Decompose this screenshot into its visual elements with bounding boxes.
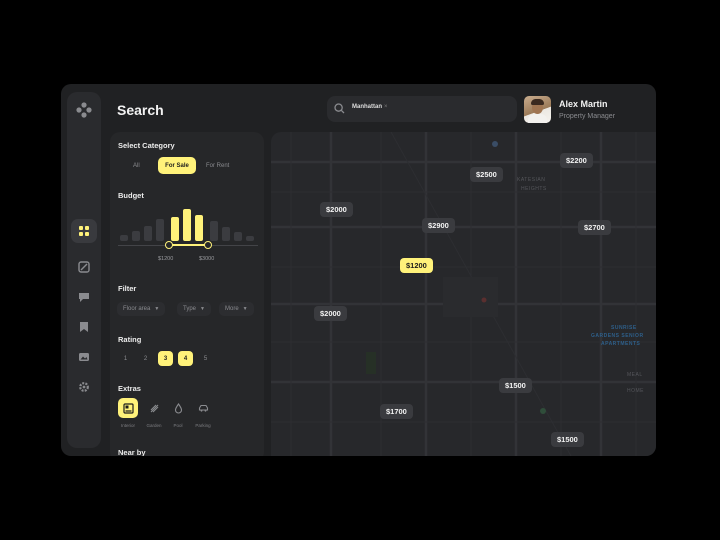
sidebar	[67, 92, 101, 448]
user-name: Alex Martin	[559, 99, 608, 109]
logo-icon[interactable]	[76, 102, 92, 118]
category-toggle: All For Sale For Rent	[117, 157, 237, 174]
budget-slider-range	[168, 244, 208, 246]
sidebar-item-dashboard[interactable]	[71, 219, 97, 243]
price-pin[interactable]: $2000	[314, 306, 347, 321]
bookmark-icon	[80, 322, 88, 332]
image-icon	[79, 353, 89, 361]
map-district-label: APARTMENTS	[601, 341, 641, 347]
chat-icon	[79, 293, 89, 302]
extra-garden-label: Garden	[146, 423, 162, 428]
histogram-bar	[144, 226, 152, 241]
extra-interior-label: Interior	[120, 423, 135, 428]
rating-option-2[interactable]: 2	[138, 351, 153, 366]
sidebar-item-messages[interactable]	[71, 285, 97, 309]
rating-heading: Rating	[118, 335, 142, 344]
histogram-bar	[246, 236, 254, 241]
price-pin[interactable]: $1500	[551, 432, 584, 447]
interior-icon	[122, 402, 134, 414]
extra-pool-button[interactable]	[168, 398, 188, 418]
chevron-down-icon: ▼	[242, 306, 248, 312]
map-view[interactable]: KATESIAN HEIGHTS SUNRISE GARDENS SENIOR …	[271, 132, 656, 456]
filter-panel: Select Category All For Sale For Rent Bu…	[110, 132, 264, 456]
clear-search-icon[interactable]: ×	[384, 104, 388, 110]
map-district-label: HEIGHTS	[521, 186, 547, 192]
search-input[interactable]: Manhattan ×	[327, 96, 517, 122]
floor-area-dropdown[interactable]: Floor area ▼	[117, 302, 166, 316]
map-district-label: HOME	[627, 388, 644, 394]
garden-icon	[150, 404, 158, 412]
extra-interior-button[interactable]	[118, 398, 138, 418]
filter-heading: Filter	[118, 284, 137, 293]
histogram-bar	[234, 232, 242, 241]
settings-icon	[79, 382, 89, 392]
map-district-label: KATESIAN	[517, 177, 546, 183]
car-icon	[198, 404, 208, 412]
price-pin[interactable]: $1500	[499, 378, 532, 393]
budget-max-handle[interactable]	[204, 241, 212, 249]
search-icon	[334, 103, 345, 114]
map-icon	[78, 261, 90, 273]
avatar[interactable]	[524, 96, 551, 123]
sidebar-item-map[interactable]	[71, 255, 97, 279]
histogram-bar	[222, 227, 230, 241]
budget-max-label: $3000	[199, 256, 215, 262]
rating-option-1[interactable]: 1	[118, 351, 133, 366]
sidebar-item-gallery[interactable]	[71, 345, 97, 369]
histogram-bar	[156, 219, 164, 241]
sidebar-item-saved[interactable]	[71, 315, 97, 339]
rating-option-3[interactable]: 3	[158, 351, 173, 366]
histogram-bar	[183, 209, 191, 241]
sidebar-item-settings[interactable]	[71, 375, 97, 399]
type-label: Type	[183, 306, 197, 312]
pool-icon	[174, 402, 182, 413]
histogram-bar	[195, 215, 203, 241]
price-pin[interactable]: $2200	[560, 153, 593, 168]
nearby-heading: Near by	[118, 448, 146, 456]
price-pin[interactable]: $1700	[380, 404, 413, 419]
page-title: Search	[117, 102, 164, 118]
price-pin[interactable]: $2000	[320, 202, 353, 217]
grid-icon	[79, 226, 89, 236]
extra-garden-button[interactable]	[144, 398, 164, 418]
rating-option-5[interactable]: 5	[198, 351, 213, 366]
rating-option-4[interactable]: 4	[178, 351, 193, 366]
more-dropdown[interactable]: More ▼	[219, 302, 254, 316]
map-district-label: SUNRISE	[611, 325, 637, 331]
histogram-bar	[120, 235, 128, 241]
extra-pool-label: Pool	[173, 423, 183, 428]
histogram-bar	[171, 217, 179, 241]
chevron-down-icon: ▼	[154, 306, 160, 312]
chevron-down-icon: ▼	[200, 306, 205, 312]
budget-min-label: $1200	[158, 256, 174, 262]
floor-area-label: Floor area	[123, 306, 151, 312]
category-heading: Select Category	[118, 141, 175, 150]
histogram-bar	[210, 221, 218, 241]
map-streets	[271, 132, 656, 456]
budget-min-handle[interactable]	[165, 241, 173, 249]
category-option-for-rent[interactable]: For Rent	[198, 157, 237, 174]
budget-heading: Budget	[118, 191, 144, 200]
search-value: Manhattan	[352, 104, 382, 110]
user-role: Property Manager	[559, 113, 616, 120]
extra-parking-label: Parking	[195, 423, 211, 428]
budget-histogram	[120, 207, 256, 241]
extra-parking-button[interactable]	[193, 398, 213, 418]
price-pin-selected[interactable]: $1200	[400, 258, 433, 273]
category-option-all[interactable]: All	[117, 157, 156, 174]
category-option-for-sale[interactable]: For Sale	[157, 157, 197, 174]
price-pin[interactable]: $2700	[578, 220, 611, 235]
price-pin[interactable]: $2500	[470, 167, 503, 182]
price-pin[interactable]: $2900	[422, 218, 455, 233]
map-district-label: GARDENS SENIOR	[591, 333, 644, 339]
histogram-bar	[132, 231, 140, 241]
type-dropdown[interactable]: Type ▼	[177, 302, 211, 316]
extras-heading: Extras	[118, 384, 141, 393]
map-district-label: MEAL	[627, 372, 643, 378]
app-window: Search Manhattan × Alex Martin Property …	[61, 84, 656, 456]
more-label: More	[225, 306, 239, 312]
